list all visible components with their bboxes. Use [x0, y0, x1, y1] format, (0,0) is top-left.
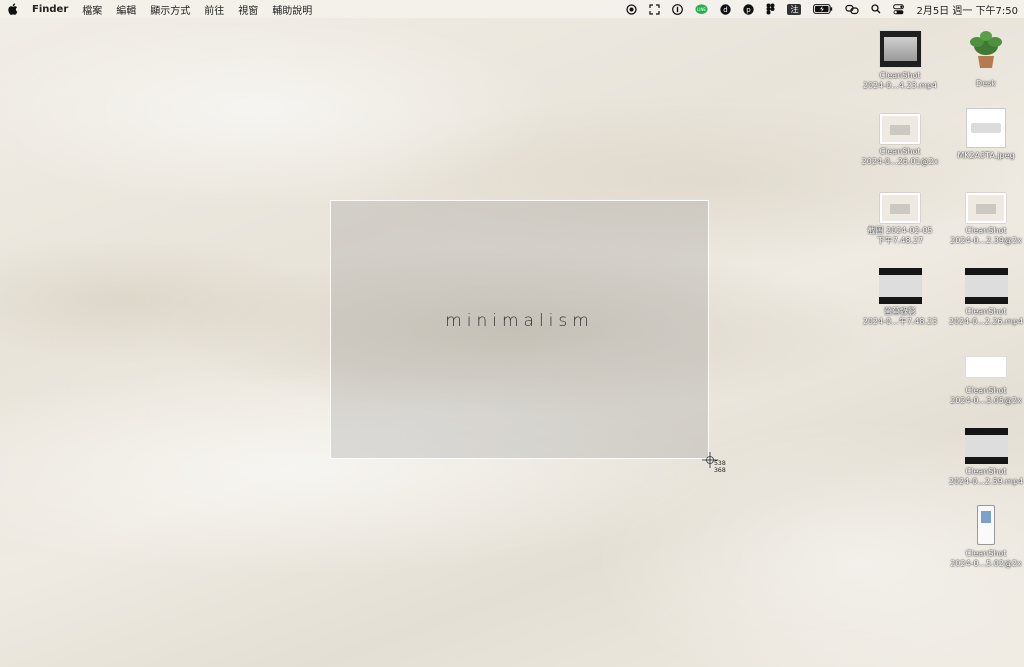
menu-edit[interactable]: 編輯 [116, 2, 136, 17]
plant-folder-icon [970, 31, 1002, 68]
desktop-item[interactable]: CleanShot 2024-0...2.39@2x [943, 193, 1024, 246]
coord-y: 368 [714, 466, 726, 474]
figma-icon[interactable] [766, 0, 775, 18]
menu-help[interactable]: 輔助說明 [272, 2, 312, 17]
menu-go[interactable]: 前往 [204, 2, 224, 17]
desktop-item-label: Desk [976, 79, 996, 88]
desktop-item[interactable]: CleanShot 2024-0...3.05@2x [943, 356, 1024, 406]
desktop-item-label: CleanShot 2024-0...2.59.mp4 [948, 467, 1024, 486]
video-file-icon [878, 268, 922, 304]
cursor-coordinates: 538 368 [714, 460, 726, 474]
apple-menu-icon[interactable] [8, 3, 18, 15]
p-app-icon[interactable]: p [743, 0, 755, 18]
menu-file[interactable]: 檔案 [82, 2, 102, 17]
video-file-icon [878, 30, 922, 68]
desktop-item-label: CleanShot 2024-0...26.01@2x [861, 147, 939, 166]
screenshot-file-icon [880, 114, 920, 144]
screenshot-file-icon [965, 356, 1007, 378]
input-method-icon[interactable]: 注 [787, 0, 802, 18]
image-file-icon [966, 108, 1006, 148]
desktop-item[interactable]: MK2A3TA.jpeg [943, 108, 1024, 161]
selection-text: minimalism [445, 311, 594, 331]
menu-clock[interactable]: 2月5日 週一 下午7:50 [916, 0, 1018, 18]
password-manager-icon[interactable] [672, 0, 684, 18]
desktop-item[interactable]: CleanShot 2024-0...2.26.mp4 [943, 268, 1024, 327]
battery-icon[interactable] [813, 0, 833, 18]
menu-app-finder[interactable]: Finder [32, 4, 68, 15]
svg-text:d: d [724, 6, 728, 14]
desktop-item-label: CleanShot 2024-0...5.02@2x [950, 549, 1022, 568]
desktop-item-label: CleanShot 2024-0...4.23.mp4 [862, 71, 938, 90]
desktop-item[interactable]: 截圖 2024-02-05 下午7.48.27 [857, 193, 943, 246]
desktop-item-label: CleanShot 2024-0...2.39@2x [950, 226, 1022, 245]
svg-text:p: p [747, 6, 752, 14]
menu-view[interactable]: 顯示方式 [150, 2, 190, 17]
desktop-item-label: 螢幕錄影 2024-0...午7.48.23 [862, 307, 938, 326]
d-app-icon[interactable]: d [720, 0, 732, 18]
desktop-item[interactable]: Desk [943, 28, 1024, 89]
desktop-item[interactable]: CleanShot 2024-0...2.59.mp4 [943, 428, 1024, 487]
screenshot-file-icon [977, 505, 995, 545]
line-app-icon[interactable]: LINE [695, 0, 708, 18]
screen-mirror-icon[interactable] [845, 0, 860, 18]
desktop-item-label: CleanShot 2024-0...2.26.mp4 [948, 307, 1024, 326]
svg-text:LINE: LINE [697, 6, 706, 11]
menu-window[interactable]: 視窗 [238, 2, 258, 17]
resize-arrows-icon[interactable] [649, 0, 661, 18]
desktop-item-label: CleanShot 2024-0...3.05@2x [950, 386, 1022, 405]
desktop-item[interactable]: CleanShot 2024-0...4.23.mp4 [857, 30, 943, 91]
desktop-item[interactable]: CleanShot 2024-0...5.02@2x [943, 505, 1024, 569]
input-method-label: 注 [787, 3, 802, 15]
desktop-item[interactable]: 螢幕錄影 2024-0...午7.48.23 [857, 268, 943, 327]
search-icon[interactable] [871, 0, 881, 18]
screenshot-file-icon [880, 193, 920, 223]
record-icon[interactable] [626, 0, 638, 18]
video-file-icon [964, 268, 1008, 304]
capture-selection[interactable]: minimalism [330, 200, 709, 459]
desktop-item[interactable]: CleanShot 2024-0...26.01@2x [857, 114, 943, 167]
control-center-icon[interactable] [893, 0, 905, 18]
menu-bar: Finder 檔案 編輯 顯示方式 前往 視窗 輔助說明 LINE d p 注 [0, 0, 1024, 18]
video-file-icon [964, 428, 1008, 464]
desktop-item-label: MK2A3TA.jpeg [957, 151, 1015, 160]
screenshot-file-icon [966, 193, 1006, 223]
desktop-item-label: 截圖 2024-02-05 下午7.48.27 [867, 226, 933, 245]
